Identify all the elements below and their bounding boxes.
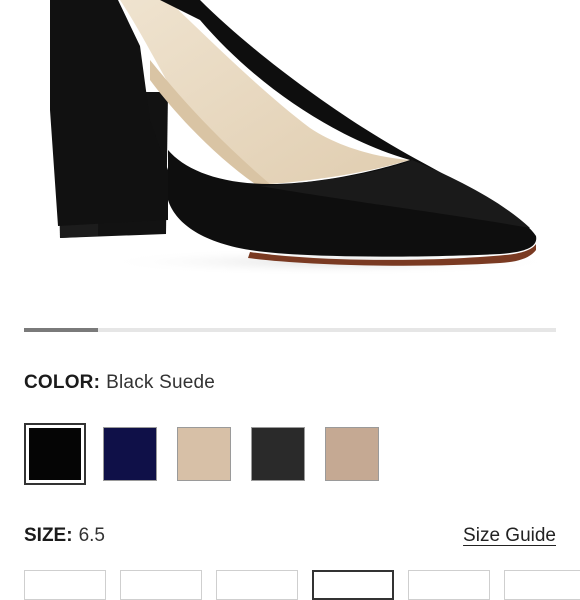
swatch-chip [177,427,231,481]
shoe-illustration [50,0,560,276]
color-swatch-nude[interactable] [173,423,235,485]
selected-size-value: 6.5 [78,525,105,546]
color-selector-heading: COLOR: Black Suede [24,372,215,394]
swatch-chip [251,427,305,481]
color-swatch-black-suede[interactable] [24,423,86,485]
color-swatch-taupe[interactable] [321,423,383,485]
product-image[interactable] [0,0,580,318]
size-option[interactable] [120,570,202,600]
swatch-chip [103,427,157,481]
carousel-position-indicator[interactable] [24,328,98,332]
size-option[interactable] [216,570,298,600]
size-selector-heading: SIZE: 6.5 [24,525,105,547]
color-label: COLOR: [24,372,101,393]
selected-color-name: Black Suede [106,372,216,393]
size-guide-link[interactable]: Size Guide [463,525,556,547]
image-carousel-scrollbar[interactable] [24,328,556,332]
color-swatch-navy[interactable] [99,423,161,485]
color-swatch-black[interactable] [247,423,309,485]
size-option[interactable] [504,570,580,600]
size-option-selected[interactable] [312,570,394,600]
swatch-chip [325,427,379,481]
swatch-chip [29,428,81,480]
size-option[interactable] [408,570,490,600]
size-label: SIZE: [24,525,73,546]
size-option[interactable] [24,570,106,600]
